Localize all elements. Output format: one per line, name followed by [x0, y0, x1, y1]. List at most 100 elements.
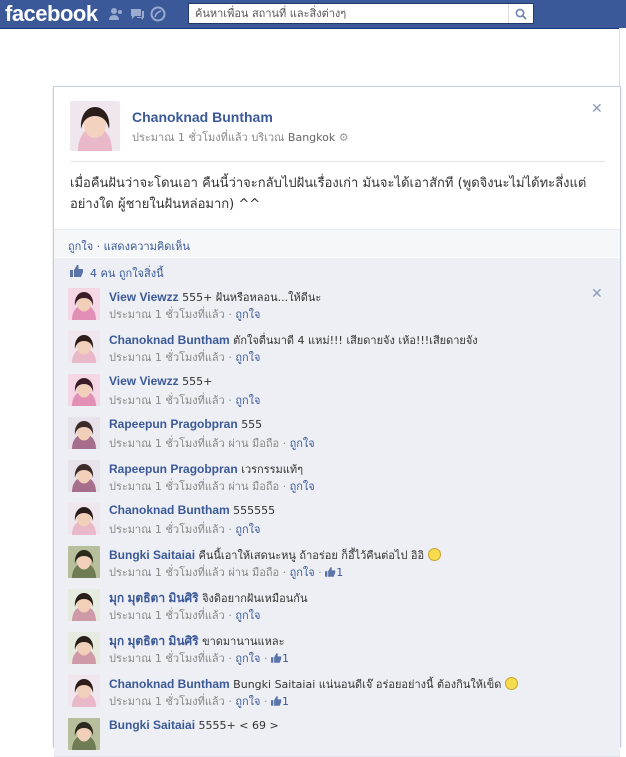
comment-like-link[interactable]: ถูกใจ: [235, 523, 260, 536]
comment-meta: ประมาณ 1 ชั่วโมงที่แล้ว · ถูกใจ: [109, 305, 261, 323]
comment-time[interactable]: ประมาณ 1 ชั่วโมงที่แล้ว ·: [109, 394, 235, 407]
comment-row: Rapeepun Pragobpran 555 ประมาณ 1 ชั่วโมงท…: [54, 412, 620, 456]
comment-like-count[interactable]: 1: [271, 695, 289, 708]
thumbs-up-icon: [325, 567, 336, 577]
comment-author[interactable]: Chanoknad Buntham: [109, 333, 230, 347]
thumbs-up-icon: [70, 265, 83, 277]
comment-text: 555555: [233, 504, 276, 517]
comment-time[interactable]: ประมาณ 1 ชั่วโมงที่แล้ว ผ่าน มือถือ ·: [109, 566, 290, 579]
author-avatar[interactable]: [70, 101, 120, 151]
comment-avatar[interactable]: [68, 374, 100, 406]
comment-time[interactable]: ประมาณ 1 ชั่วโมงที่แล้ว ·: [109, 523, 235, 536]
post-meta: ประมาณ 1 ชั่วโมงที่แล้ว บริเวณ Bangkok ⚙: [132, 128, 349, 146]
comment-text: ขาดมานานแหละ: [202, 635, 285, 648]
comment-like-count[interactable]: 1: [271, 652, 289, 665]
thumbs-up-icon: [271, 696, 282, 706]
comment-row: Bungki Saitaiai คืนนี้เอาให้เสดนะหนู ถ้า…: [54, 541, 620, 585]
facebook-logo[interactable]: facebook: [5, 1, 98, 27]
search-button[interactable]: [508, 4, 533, 23]
comment-author[interactable]: มุก มุตธิตา มินศิริ: [109, 634, 199, 648]
comment-like-link[interactable]: ถูกใจ: [235, 652, 260, 665]
search-input[interactable]: [189, 4, 513, 23]
comment-row: View Viewzz 555+ ประมาณ 1 ชั่วโมงที่แล้ว …: [54, 369, 620, 413]
post-action-links[interactable]: ถูกใจ · แสดงความคิดเห็น: [68, 237, 190, 255]
comment-like-link[interactable]: ถูกใจ: [290, 566, 315, 579]
comment-time[interactable]: ประมาณ 1 ชั่วโมงที่แล้ว ผ่าน มือถือ ·: [109, 437, 290, 450]
comment-author[interactable]: มุก มุตธิตา มินศิริ: [109, 591, 199, 605]
comment-meta: ประมาณ 1 ชั่วโมงที่แล้ว ผ่าน มือถือ · ถู…: [109, 566, 344, 579]
comment-like-link[interactable]: ถูกใจ: [235, 609, 260, 622]
divider: [70, 161, 605, 162]
comment-meta: ประมาณ 1 ชั่วโมงที่แล้ว · ถูกใจ: [109, 520, 261, 538]
comment-avatar[interactable]: [68, 503, 100, 535]
comment-time[interactable]: ประมาณ 1 ชั่วโมงที่แล้ว ·: [109, 652, 235, 665]
comment-row: Chanoknad Buntham ตักใจตื่นมาดี 4 แหม่!!…: [54, 326, 620, 370]
comment-row: View Viewzz 555+ ฝันหรือหลอน...ให้ดีนะ ปร…: [54, 283, 620, 327]
comment-meta: ประมาณ 1 ชั่วโมงที่แล้ว · ถูกใจ: [109, 348, 261, 366]
comment-like-link[interactable]: ถูกใจ: [235, 394, 260, 407]
comment-author[interactable]: Chanoknad Buntham: [109, 677, 230, 691]
comment-avatar[interactable]: [68, 718, 100, 750]
comment-row: Rapeepun Pragobpran เวรกรรมแท้ๆ ประมาณ 1 …: [54, 455, 620, 499]
comment-time[interactable]: ประมาณ 1 ชั่วโมงที่แล้ว ·: [109, 351, 235, 364]
comment-time[interactable]: ประมาณ 1 ชั่วโมงที่แล้ว ·: [109, 609, 235, 622]
like-count-value: 1: [282, 695, 289, 708]
post-author-name[interactable]: Chanoknad Buntham: [132, 109, 273, 125]
post-actions: ถูกใจ · แสดงความคิดเห็น: [54, 229, 620, 258]
comment-avatar[interactable]: [68, 460, 100, 492]
comment-like-link[interactable]: ถูกใจ: [235, 308, 260, 321]
top-bar: facebook: [0, 0, 626, 29]
comment-close-icon[interactable]: ✕: [591, 286, 603, 302]
audience-icon[interactable]: ⚙: [339, 131, 349, 144]
comment-avatar[interactable]: [68, 288, 100, 320]
comment-text: เวรกรรมแท้ๆ: [241, 463, 304, 476]
like-count-value: 1: [282, 652, 289, 665]
comment-body: Rapeepun Pragobpran เวรกรรมแท้ๆ: [109, 460, 303, 478]
comment-avatar[interactable]: [68, 546, 100, 578]
friend-requests-icon[interactable]: [108, 6, 124, 22]
comment-avatar[interactable]: [68, 417, 100, 449]
comment-like-link[interactable]: ถูกใจ: [290, 480, 315, 493]
comment-meta: ประมาณ 1 ชั่วโมงที่แล้ว ผ่าน มือถือ · ถู…: [109, 434, 315, 452]
comment-author[interactable]: View Viewzz: [109, 374, 179, 388]
comment-row: Bungki Saitaiai 5555+ < 69 >: [54, 713, 620, 757]
comment-like-link[interactable]: ถูกใจ: [235, 351, 260, 364]
comment-avatar[interactable]: [68, 589, 100, 621]
notifications-icon[interactable]: [150, 6, 166, 22]
like-count-value: 1: [336, 566, 344, 579]
post-location[interactable]: Bangkok: [288, 131, 335, 144]
comment-author[interactable]: Chanoknad Buntham: [109, 503, 230, 517]
comment-like-link[interactable]: ถูกใจ: [235, 695, 260, 708]
comment-like-count[interactable]: 1: [325, 566, 343, 579]
comment-time[interactable]: ประมาณ 1 ชั่วโมงที่แล้ว ผ่าน มือถือ ·: [109, 480, 290, 493]
comment-meta: ประมาณ 1 ชั่วโมงที่แล้ว ผ่าน มือถือ · ถู…: [109, 477, 315, 495]
likes-count[interactable]: 4 คน ถูกใจสิ่งนี้: [90, 264, 164, 282]
comment-author[interactable]: Bungki Saitaiai: [109, 718, 195, 732]
comment-meta: ประมาณ 1 ชั่วโมงที่แล้ว · ถูกใจ · 1: [109, 695, 289, 708]
comment-avatar[interactable]: [68, 632, 100, 664]
comment-text: คืนนี้เอาให้เสดนะหนู ถ้าอร่อย ก็อี้ไว้คื…: [198, 549, 425, 562]
comment-text: 555: [241, 418, 263, 431]
likes-summary: 4 คน ถูกใจสิ่งนี้: [54, 257, 620, 285]
jewel-icons: [108, 6, 166, 22]
comment-body: View Viewzz 555+: [109, 374, 212, 388]
post-text: เมื่อคืนฝันว่าจะโดนเอา คืนนี้ว่าจะกลับไป…: [70, 176, 587, 212]
comment-author[interactable]: Bungki Saitaiai: [109, 548, 195, 562]
comment-meta: ประมาณ 1 ชั่วโมงที่แล้ว · ถูกใจ: [109, 606, 261, 624]
post-time[interactable]: ประมาณ 1 ชั่วโมงที่แล้ว: [132, 131, 248, 144]
emoticon-icon: [505, 677, 519, 690]
comment-author[interactable]: View Viewzz: [109, 290, 179, 304]
comment-like-link[interactable]: ถูกใจ: [290, 437, 315, 450]
comment-meta: ประมาณ 1 ชั่วโมงที่แล้ว · ถูกใจ: [109, 391, 261, 409]
comment-time[interactable]: ประมาณ 1 ชั่วโมงที่แล้ว ·: [109, 695, 235, 708]
comment-author[interactable]: Rapeepun Pragobpran: [109, 417, 238, 431]
comment-row: Chanoknad Buntham 555555 ประมาณ 1 ชั่วโมง…: [54, 498, 620, 542]
comment-time[interactable]: ประมาณ 1 ชั่วโมงที่แล้ว ·: [109, 308, 235, 321]
comment-author[interactable]: Rapeepun Pragobpran: [109, 462, 238, 476]
comment-avatar[interactable]: [68, 675, 100, 707]
emoticon-icon: [428, 548, 442, 561]
comment-avatar[interactable]: [68, 331, 100, 363]
messages-icon[interactable]: [129, 6, 145, 22]
post-close-icon[interactable]: ✕: [591, 101, 603, 117]
post-location-prefix: บริเวณ: [251, 131, 285, 144]
